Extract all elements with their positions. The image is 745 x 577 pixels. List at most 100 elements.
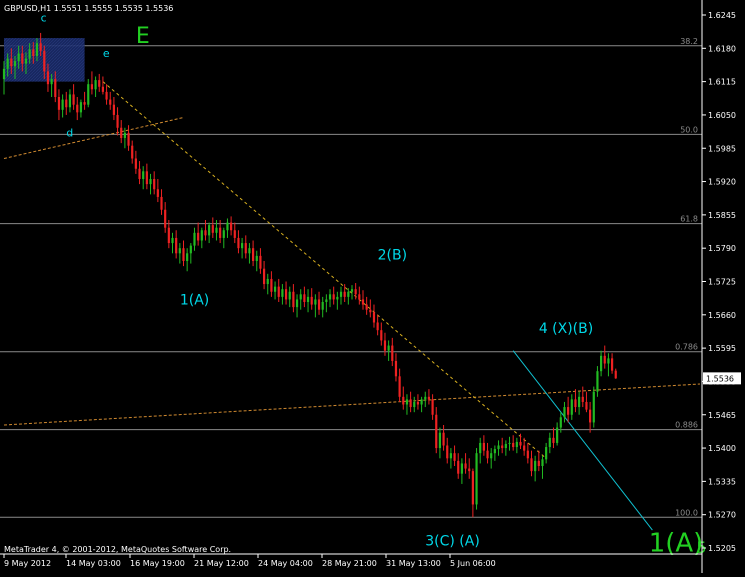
candle-body <box>61 99 64 110</box>
candle-body <box>310 296 313 305</box>
candle-body <box>497 445 500 450</box>
candle-body <box>123 132 126 138</box>
candle-body <box>50 79 53 85</box>
candle-body <box>457 460 460 474</box>
candle-body <box>383 340 387 351</box>
time-tick-label: 5 Jun 06:00 <box>450 559 496 568</box>
candle-body <box>186 253 189 261</box>
candle-body <box>460 463 463 474</box>
candle-body <box>233 230 236 238</box>
price-tick-label: 1.5660 <box>708 311 736 320</box>
candle-body <box>339 291 343 297</box>
candle-body <box>21 53 24 64</box>
wave-label: E <box>136 24 150 49</box>
candle-body <box>365 304 368 310</box>
candle-body <box>552 437 555 443</box>
wave-label: 1(A) <box>180 293 209 309</box>
chart-canvas: 38.2 50.0 61.8 0.786 0.886 100.0 c d e E 1(A) 2(B)… <box>0 0 745 573</box>
candle-body <box>149 179 152 185</box>
candle-body <box>589 409 592 423</box>
candle-body <box>354 289 357 295</box>
candle-body <box>68 94 72 108</box>
candle-body <box>435 414 438 449</box>
time-tick-label: 14 May 03:00 <box>66 559 121 568</box>
candle-body <box>43 50 46 72</box>
candle-body <box>563 407 566 418</box>
candle-body <box>603 355 606 364</box>
candle-body <box>171 237 174 244</box>
candle-body <box>501 445 504 449</box>
candle-body <box>321 302 324 310</box>
candle-body <box>413 401 416 408</box>
candle-body <box>35 43 39 56</box>
candle-body <box>416 401 420 405</box>
candle-body <box>167 227 170 244</box>
candle-body <box>317 299 321 310</box>
candle-body <box>211 225 214 233</box>
candle-body <box>303 294 306 302</box>
candle-body <box>464 463 467 469</box>
candle-body <box>391 345 394 361</box>
candle-body <box>109 99 112 105</box>
candle-body <box>101 86 105 92</box>
candle-body <box>281 289 284 297</box>
candle-body <box>2 68 6 80</box>
candle-body <box>468 468 471 472</box>
candle-body <box>332 294 335 300</box>
candle-body <box>39 43 42 51</box>
candle-body <box>241 243 244 249</box>
candle-body <box>6 58 9 69</box>
candle-body <box>251 248 255 261</box>
time-tick-label: 9 May 2012 <box>4 559 51 568</box>
price-tick-label: 1.5790 <box>708 244 736 253</box>
candle-body <box>54 79 57 97</box>
candle-body <box>237 237 240 249</box>
candle-body <box>343 291 346 297</box>
candle-body <box>592 391 595 423</box>
candle-body <box>442 432 445 446</box>
candle-body <box>116 114 119 128</box>
price-chart[interactable]: 38.2 50.0 61.8 0.786 0.886 100.0 c d e E 1(A) 2(B)… <box>0 0 745 573</box>
candle-body <box>398 376 401 397</box>
fib-level-label: 0.886 <box>675 421 698 430</box>
price-tick-label: 1.5270 <box>708 511 736 520</box>
candle-body <box>112 104 115 115</box>
price-tick-label: 1.5985 <box>708 144 736 153</box>
candle-body <box>76 104 79 113</box>
candle-body <box>438 432 442 449</box>
time-tick-label: 21 May 12:00 <box>194 559 249 568</box>
candle-body <box>479 442 482 454</box>
candle-body <box>244 243 247 254</box>
candle-body <box>131 145 134 159</box>
candle-body <box>350 289 354 292</box>
candle-body <box>526 450 529 459</box>
candle-body <box>98 80 101 87</box>
fib-level-label: 100.0 <box>675 508 698 517</box>
candle-body <box>581 396 584 402</box>
candle-body <box>28 49 31 59</box>
candle-body <box>193 232 196 246</box>
time-tick-label: 16 May 19:00 <box>130 559 185 568</box>
fib-level-label: 50.0 <box>680 125 698 134</box>
candle-body <box>402 396 405 405</box>
price-tick-label: 1.5465 <box>708 411 736 420</box>
price-tick-label: 1.5920 <box>708 178 736 187</box>
time-tick-label: 31 May 13:00 <box>386 559 441 568</box>
price-tick-label: 1.5205 <box>708 544 736 553</box>
candle-body <box>394 360 398 377</box>
candle-body <box>475 453 478 505</box>
candle-body <box>325 299 328 302</box>
candle-body <box>266 278 269 285</box>
current-price-label: 1.5536 <box>706 374 734 383</box>
candle-body <box>17 53 20 62</box>
current-price-marker: 1.5536 <box>703 372 741 385</box>
wave-label: 2(B) <box>378 247 407 263</box>
candle-body <box>72 94 75 105</box>
candle-body <box>424 396 427 400</box>
candle-body <box>599 355 603 372</box>
candle-body <box>607 358 610 364</box>
candle-body <box>541 459 544 466</box>
candle-body <box>46 71 50 85</box>
chart-background <box>0 0 745 573</box>
candle-body <box>215 227 218 233</box>
